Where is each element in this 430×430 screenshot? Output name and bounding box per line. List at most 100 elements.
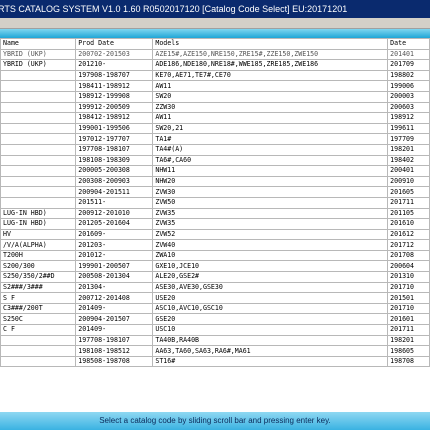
- cell-name: [0, 196, 77, 209]
- cell-date: 200003: [387, 90, 430, 103]
- cell-prod-date: 200912-201010: [75, 207, 154, 220]
- cell-prod-date: 199912-200509: [75, 101, 154, 114]
- cell-name: [0, 154, 77, 167]
- column-header-name[interactable]: Name: [0, 38, 77, 50]
- cell-name: YBRID (UKP): [0, 59, 77, 71]
- cell-prod-date: 200508-201304: [75, 271, 154, 283]
- table-row[interactable]: 198508-198708 ST16# 198708: [0, 355, 430, 368]
- cell-prod-date: 200702-201503: [75, 48, 154, 61]
- table-row[interactable]: 198108-198512 AA63,TA60,SA63,RA6#,MA61 198…: [0, 345, 430, 357]
- cell-name: [0, 186, 77, 198]
- cell-name: [0, 345, 77, 357]
- table-row[interactable]: 198411-198912 AW11 199006: [0, 80, 430, 92]
- table-row[interactable]: 199912-200509 ZZW30 200603: [0, 101, 430, 114]
- table-row[interactable]: LUG-IN HBD) 200912-201010 ZVW35 201105: [0, 207, 430, 220]
- cell-name: [0, 355, 77, 368]
- table-row[interactable]: 198108-198309 TA6#,CA60 198402: [0, 154, 430, 167]
- table-row[interactable]: 201511- ZVW50 201711: [0, 196, 430, 209]
- table-row[interactable]: C F 201409- USC10 201711: [0, 324, 430, 336]
- cell-models: TA1#: [152, 133, 389, 145]
- status-bar: Select a catalog code by sliding scroll …: [0, 412, 430, 430]
- cell-name: C3###/200T: [0, 302, 77, 315]
- cell-date: 197709: [387, 133, 430, 145]
- cell-models: ZVW30: [152, 186, 389, 198]
- table-row[interactable]: /V/A(ALPHA) 201203- ZVW40 201712: [0, 239, 430, 251]
- table-row[interactable]: T200H 201012- ZWA10 201708: [0, 249, 430, 262]
- table-row[interactable]: 197708-198107 TA4#(A) 198201: [0, 143, 430, 156]
- table-row[interactable]: YBRID (UKP) 200702-201503 AZE15#,AZE150,NR…: [0, 48, 430, 61]
- cell-models: ZWA10: [152, 249, 389, 262]
- cell-date: 201605: [387, 186, 430, 198]
- cell-models: GSE20: [152, 313, 389, 326]
- table-row[interactable]: 197708-198107 TA40B,RA40B 198201: [0, 334, 430, 347]
- table-row[interactable]: 198412-198912 AW11 198912: [0, 112, 430, 124]
- cell-prod-date: 198411-198912: [75, 80, 154, 92]
- cell-date: 199611: [387, 122, 430, 135]
- table-row[interactable]: YBRID (UKP) 201210- ADE186,NDE180,NRE18#,W…: [0, 59, 430, 71]
- table-row[interactable]: HV 201609- ZVW52 201612: [0, 228, 430, 241]
- column-header-date[interactable]: Date: [387, 38, 430, 50]
- window-title-bar: ARTS CATALOG SYSTEM V1.0 1.60 R050201712…: [0, 0, 430, 18]
- column-header-models[interactable]: Models: [152, 38, 389, 50]
- cell-prod-date: 201012-: [75, 249, 154, 262]
- cell-models: ZVW35: [152, 207, 389, 220]
- cell-date: 198201: [387, 334, 430, 347]
- cell-date: 198402: [387, 154, 430, 167]
- cell-name: C F: [0, 324, 77, 336]
- cell-date: 200401: [387, 165, 430, 177]
- cell-name: S250C: [0, 313, 77, 326]
- cell-prod-date: 197708-198107: [75, 143, 154, 156]
- catalog-table-container[interactable]: Name Prod Date Models Date YBRID (UKP) 20…: [0, 38, 430, 410]
- table-row[interactable]: 200308-200903 NHW20 200910: [0, 175, 430, 188]
- cell-name: /V/A(ALPHA): [0, 239, 77, 251]
- cell-prod-date: 200712-201408: [75, 292, 154, 304]
- cell-name: HV: [0, 228, 77, 241]
- cell-name: [0, 69, 77, 82]
- cell-date: 201501: [387, 292, 430, 304]
- table-row[interactable]: S250/350/2##D 200508-201304 ALE20,GSE2# 201…: [0, 271, 430, 283]
- cell-date: 198912: [387, 112, 430, 124]
- cell-date: 201709: [387, 59, 430, 71]
- cell-models: AW11: [152, 112, 389, 124]
- cell-name: [0, 112, 77, 124]
- table-row[interactable]: LUG-IN HBD) 201205-201604 ZVW35 201610: [0, 218, 430, 230]
- toolbar-strip: [0, 29, 430, 38]
- cell-date: 201401: [387, 48, 430, 61]
- catalog-code-table: Name Prod Date Models Date YBRID (UKP) 20…: [0, 38, 430, 368]
- cell-name: S2###/3###: [0, 281, 77, 294]
- cell-date: 201612: [387, 228, 430, 241]
- table-row[interactable]: S F 200712-201408 USE20 201501: [0, 292, 430, 304]
- window-title: ARTS CATALOG SYSTEM V1.0 1.60 R050201712…: [0, 4, 348, 14]
- cell-date: 201711: [387, 196, 430, 209]
- cell-prod-date: 197012-197707: [75, 133, 154, 145]
- table-row[interactable]: S250C 200904-201507 GSE20 201601: [0, 313, 430, 326]
- cell-date: 200603: [387, 101, 430, 114]
- cell-models: USE20: [152, 292, 389, 304]
- cell-models: ZVW35: [152, 218, 389, 230]
- cell-models: ADE186,NDE180,NRE18#,WWE185,ZRE185,ZWE18…: [152, 59, 389, 71]
- cell-prod-date: 201205-201604: [75, 218, 154, 230]
- table-row[interactable]: 197012-197707 TA1# 197709: [0, 133, 430, 145]
- table-row[interactable]: 199001-199506 SW20,21 199611: [0, 122, 430, 135]
- cell-models: USC10: [152, 324, 389, 336]
- cell-name: [0, 133, 77, 145]
- table-row[interactable]: S2###/3### 201304- ASE30,AVE30,GSE30 201710: [0, 281, 430, 294]
- cell-models: AA63,TA60,SA63,RA6#,MA61: [152, 345, 389, 357]
- cell-name: LUG-IN HBD): [0, 218, 77, 230]
- cell-name: [0, 122, 77, 135]
- table-row[interactable]: 197908-198707 KE70,AE71,TE7#,CE70 198802: [0, 69, 430, 82]
- cell-prod-date: 201203-: [75, 239, 154, 251]
- column-header-prod-date[interactable]: Prod Date: [75, 38, 154, 50]
- cell-date: 201708: [387, 249, 430, 262]
- cell-date: 200910: [387, 175, 430, 188]
- table-row[interactable]: 200005-200308 NHW11 200401: [0, 165, 430, 177]
- cell-date: 198802: [387, 69, 430, 82]
- table-row[interactable]: 200904-201511 ZVW30 201605: [0, 186, 430, 198]
- table-row[interactable]: 198912-199908 SW20 200003: [0, 90, 430, 103]
- table-row[interactable]: C3###/200T 201409- ASC10,AVC10,GSC10 201710: [0, 302, 430, 315]
- cell-prod-date: 201304-: [75, 281, 154, 294]
- table-row[interactable]: S200/300 199901-200507 GXE10,JCE10 200604: [0, 260, 430, 273]
- cell-date: 199006: [387, 80, 430, 92]
- cell-prod-date: 201409-: [75, 302, 154, 315]
- cell-date: 198605: [387, 345, 430, 357]
